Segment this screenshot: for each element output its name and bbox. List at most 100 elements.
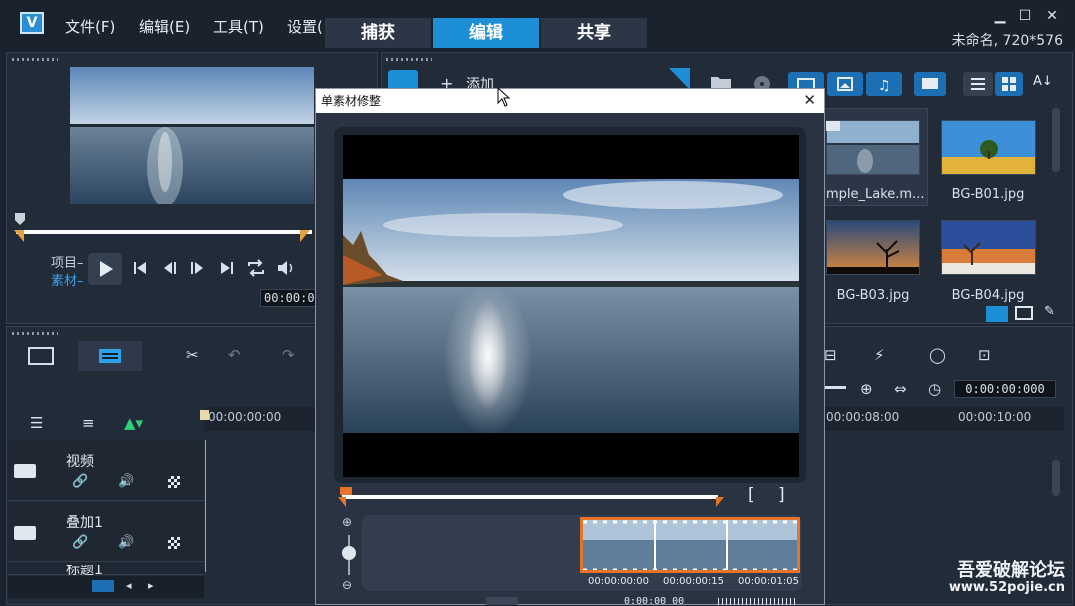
panel-grip[interactable]	[12, 58, 58, 61]
media-label-lake: ample_Lake.m...	[818, 187, 925, 202]
dialog-zoom-out-icon[interactable]: ⊖	[342, 578, 352, 592]
watermark-url: www.52pojie.cn	[948, 580, 1065, 595]
maximize-icon[interactable]: ☐	[1015, 8, 1035, 24]
menu-file[interactable]: 文件(F)	[65, 16, 115, 37]
mark-out-button[interactable]: ]	[778, 485, 785, 505]
dialog-preview	[343, 135, 799, 477]
video-badge-icon	[826, 121, 840, 131]
menu-edit[interactable]: 编辑(E)	[139, 16, 190, 37]
track-header-video	[8, 441, 204, 501]
volume-icon[interactable]	[276, 258, 296, 278]
track-volume-icon[interactable]: 🔊	[118, 535, 134, 550]
dialog-bottom-handle[interactable]	[486, 597, 518, 605]
thumbnail-lake[interactable]	[826, 120, 920, 175]
marker-icon[interactable]: ▲▾	[124, 414, 143, 432]
crop-icon[interactable]: ⊡	[978, 346, 991, 364]
dialog-time-1: 00:00:00:15	[663, 576, 725, 587]
ripple-icon[interactable]	[168, 537, 180, 549]
media-label-bg-b01: BG-B01.jpg	[951, 187, 1025, 202]
photo-filter-icon[interactable]	[827, 72, 863, 96]
thumbnail-view-icon[interactable]	[995, 72, 1023, 96]
tools-icon[interactable]: ✂	[186, 346, 199, 364]
track-scroll-icon[interactable]	[92, 580, 114, 592]
mask-icon[interactable]: ◯	[929, 346, 946, 364]
watermark-title: 吾爱破解论坛	[957, 560, 1065, 581]
zoom-slider[interactable]	[824, 386, 846, 389]
storyboard-view-icon[interactable]	[28, 347, 54, 365]
track-manager-icon[interactable]: ☰	[30, 414, 43, 432]
clock-icon[interactable]: ◷	[928, 380, 941, 398]
add-track-icon[interactable]: ≡	[82, 414, 95, 432]
dialog-title: 单素材修整	[316, 89, 824, 113]
ruler-start: 00:00:00:00	[208, 410, 282, 424]
motion-icon[interactable]: ⚡	[874, 346, 885, 364]
tab-edit[interactable]: 编辑	[433, 18, 539, 48]
tab-share[interactable]: 共享	[541, 18, 647, 48]
dialog-trim-in-marker[interactable]	[338, 497, 346, 507]
clip-mode-label[interactable]: 素材–	[51, 270, 84, 289]
library-view-icon[interactable]	[986, 306, 1008, 322]
zoom-in-icon[interactable]: ⊕	[860, 380, 873, 398]
ripple-icon[interactable]	[168, 476, 180, 488]
skip-start-icon[interactable]	[131, 259, 149, 277]
panel-grip[interactable]	[12, 332, 58, 335]
trim-bar[interactable]	[16, 230, 312, 234]
mouse-cursor-icon	[497, 87, 511, 107]
scroll-right-icon[interactable]: ▸	[148, 579, 154, 592]
app-logo-icon: V	[20, 12, 44, 34]
player-preview	[70, 67, 314, 204]
track-name-video: 视频	[66, 454, 94, 470]
sort-icon[interactable]: A↓	[1033, 74, 1053, 89]
thumbnail-bg-b01[interactable]	[941, 120, 1036, 175]
skip-end-icon[interactable]	[218, 259, 236, 277]
thumbnail-bg-b04[interactable]	[941, 220, 1036, 275]
track-header-overlay	[8, 502, 204, 562]
player-timecode[interactable]: 00:00:0	[260, 289, 319, 307]
dialog-time-2: 00:00:01:05	[738, 576, 800, 587]
dialog-zoom-in-icon[interactable]: ⊕	[342, 515, 352, 529]
redo-icon[interactable]: ↷	[282, 346, 295, 364]
repeat-icon[interactable]	[246, 258, 266, 278]
dialog-trim-out-marker[interactable]	[716, 497, 724, 507]
undo-icon[interactable]: ↶	[228, 346, 241, 364]
dialog-filmstrip[interactable]	[580, 517, 800, 573]
dialog-close-icon[interactable]: ✕	[803, 91, 816, 109]
panel-grip[interactable]	[386, 58, 432, 61]
menu-tools[interactable]: 工具(T)	[213, 16, 264, 37]
link-icon[interactable]: 🔗	[72, 535, 88, 550]
track-name-overlay: 叠加1	[66, 515, 103, 531]
track-volume-icon[interactable]: 🔊	[118, 474, 134, 489]
playhead-line	[205, 440, 206, 572]
audio-filter-icon[interactable]: ♫	[866, 72, 902, 96]
timeline-view-button[interactable]	[78, 341, 142, 371]
library-scrollbar[interactable]	[1052, 108, 1060, 172]
svg-text:♫: ♫	[878, 78, 891, 94]
mark-in-button[interactable]: [	[748, 485, 755, 505]
dialog-zoom-knob[interactable]	[342, 546, 356, 560]
multi-cam-icon[interactable]: ⊟	[824, 346, 837, 364]
fit-icon[interactable]: ⇔	[894, 380, 907, 398]
tab-capture[interactable]: 捕获	[325, 18, 431, 48]
trim-dialog: 单素材修整 ✕ [ ] ⊕ ⊖ 00:00:00:00 00:00:00:15 …	[315, 88, 825, 606]
menu-settings[interactable]: 设置(	[287, 16, 323, 37]
timeline-scrollbar[interactable]	[1052, 460, 1060, 496]
close-icon[interactable]: ✕	[1042, 8, 1062, 24]
project-info: 未命名, 720*576	[951, 33, 1063, 49]
ruler-10s: 00:00:10:00	[958, 410, 1032, 424]
panel-view-icon[interactable]	[914, 72, 946, 96]
edit-icon[interactable]: ✎	[1044, 304, 1055, 319]
link-icon[interactable]: 🔗	[72, 474, 88, 489]
next-frame-icon[interactable]	[188, 259, 206, 277]
minimize-icon[interactable]: ▁	[990, 8, 1010, 24]
ruler-8s: 00:00:08:00	[826, 410, 900, 424]
thumbnail-bg-b03[interactable]	[826, 220, 920, 275]
play-button[interactable]	[88, 253, 122, 285]
scroll-left-icon[interactable]: ◂	[126, 579, 132, 592]
dialog-trim-bar[interactable]	[342, 495, 718, 499]
video-track-icon	[14, 464, 36, 478]
split-view-icon[interactable]	[1015, 306, 1033, 320]
list-view-icon[interactable]	[963, 72, 993, 96]
prev-frame-icon[interactable]	[161, 259, 179, 277]
zoom-timecode[interactable]: 0:00:00:000	[954, 380, 1056, 398]
project-mode-label[interactable]: 项目–	[51, 252, 84, 271]
